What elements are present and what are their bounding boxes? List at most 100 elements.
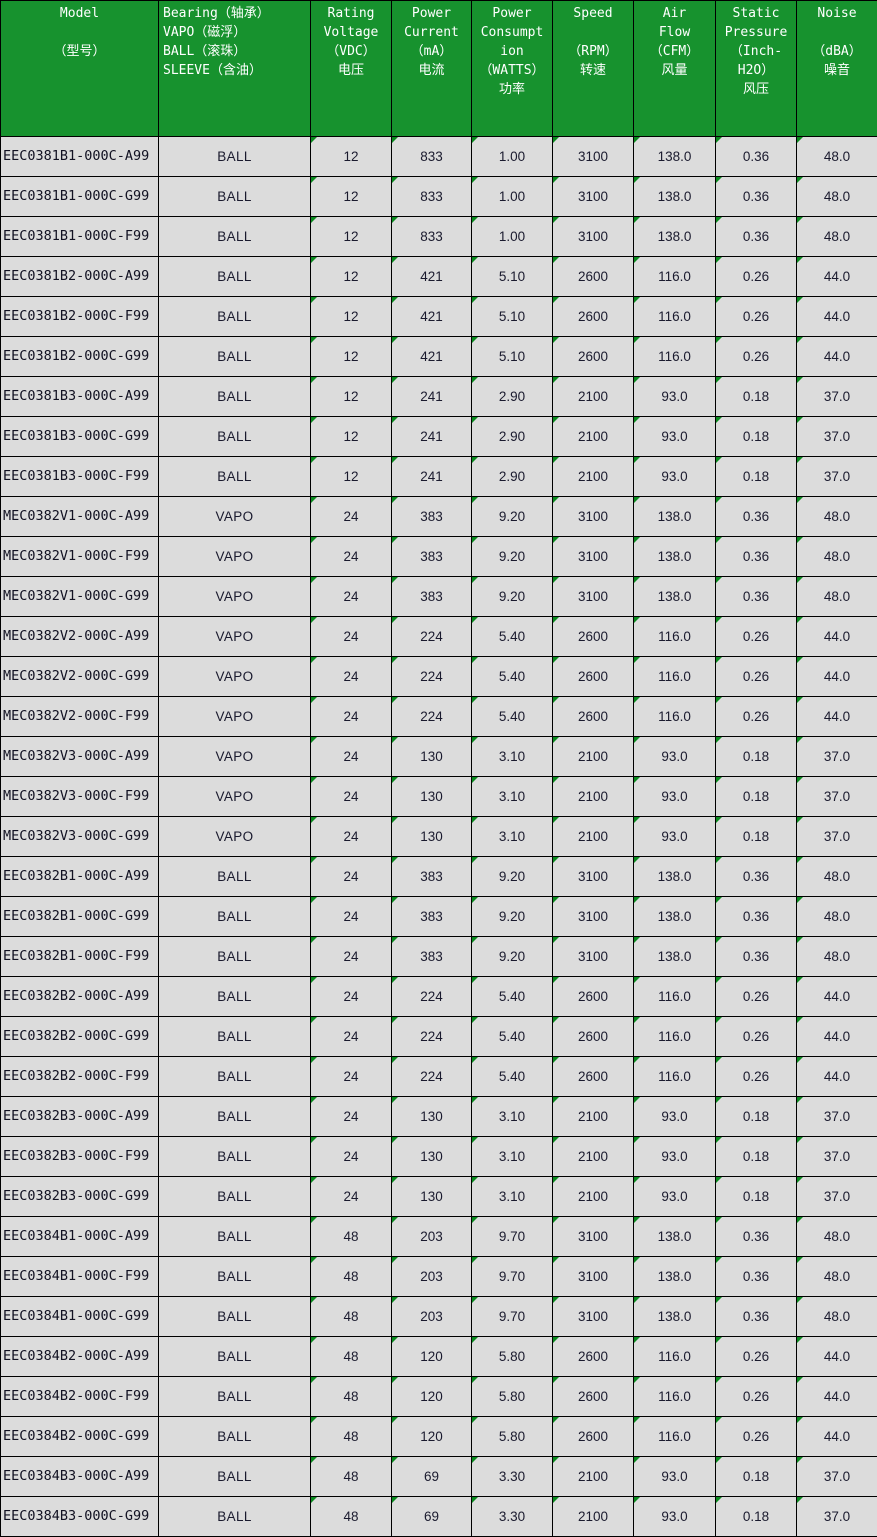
cell-speed: 2100 — [553, 1097, 634, 1137]
cell-noise: 48.0 — [797, 1297, 877, 1337]
cell-value: 383 — [420, 869, 443, 884]
cell-airflow: 116.0 — [634, 257, 716, 297]
cell-value: MEC0382V3-000C-G99 — [3, 828, 149, 844]
cell-model: EEC0381B1-000C-G99 — [1, 177, 159, 217]
text-number-warning-icon — [392, 337, 398, 343]
cell-bearing: BALL — [159, 417, 311, 457]
cell-value: 0.26 — [743, 269, 769, 284]
cell-bearing: BALL — [159, 857, 311, 897]
cell-value: 0.36 — [743, 869, 769, 884]
cell-current: 833 — [392, 177, 472, 217]
cell-airflow: 116.0 — [634, 1337, 716, 1377]
cell-value: 130 — [420, 749, 443, 764]
cell-value: EEC0381B1-000C-A99 — [3, 148, 149, 164]
cell-airflow: 138.0 — [634, 937, 716, 977]
text-number-warning-icon — [553, 337, 559, 343]
cell-pressure: 0.36 — [716, 937, 797, 977]
text-number-warning-icon — [553, 1297, 559, 1303]
table-header: Model（型号）Bearing（轴承）VAPO（磁浮）BALL（滚珠）SLEE… — [1, 1, 877, 137]
cell-noise: 48.0 — [797, 217, 877, 257]
text-number-warning-icon — [716, 1377, 722, 1383]
cell-speed: 3100 — [553, 857, 634, 897]
cell-watts: 2.90 — [472, 457, 553, 497]
cell-speed: 2600 — [553, 657, 634, 697]
cell-bearing: BALL — [159, 1497, 311, 1537]
cell-value: 48.0 — [824, 909, 850, 924]
text-number-warning-icon — [392, 497, 398, 503]
cell-value: 0.36 — [743, 149, 769, 164]
text-number-warning-icon — [311, 657, 317, 663]
cell-airflow: 93.0 — [634, 417, 716, 457]
cell-value: 44.0 — [824, 269, 850, 284]
cell-value: 24 — [343, 1109, 358, 1124]
cell-watts: 1.00 — [472, 217, 553, 257]
cell-value: 3.10 — [499, 749, 525, 764]
cell-noise: 37.0 — [797, 1457, 877, 1497]
text-number-warning-icon — [392, 817, 398, 823]
cell-model: EEC0381B2-000C-A99 — [1, 257, 159, 297]
cell-value: 138.0 — [658, 229, 692, 244]
cell-watts: 5.10 — [472, 257, 553, 297]
cell-value: 9.20 — [499, 909, 525, 924]
cell-value: 0.26 — [743, 309, 769, 324]
cell-value: 37.0 — [824, 1469, 850, 1484]
cell-airflow: 93.0 — [634, 777, 716, 817]
cell-noise: 48.0 — [797, 177, 877, 217]
cell-value: 116.0 — [658, 1029, 691, 1044]
cell-value: 2600 — [578, 1029, 608, 1044]
cell-model: EEC0382B1-000C-F99 — [1, 937, 159, 977]
cell-value: 833 — [420, 189, 443, 204]
cell-value: BALL — [217, 1509, 252, 1524]
cell-noise: 44.0 — [797, 1057, 877, 1097]
cell-value: 9.70 — [499, 1229, 525, 1244]
text-number-warning-icon — [311, 1097, 317, 1103]
text-number-warning-icon — [553, 1097, 559, 1103]
cell-value: 0.26 — [743, 1389, 769, 1404]
column-header-model: Model（型号） — [1, 1, 159, 137]
cell-speed: 2600 — [553, 337, 634, 377]
cell-watts: 5.40 — [472, 1057, 553, 1097]
cell-model: EEC0382B2-000C-A99 — [1, 977, 159, 1017]
cell-noise: 37.0 — [797, 1097, 877, 1137]
cell-noise: 37.0 — [797, 457, 877, 497]
cell-current: 421 — [392, 337, 472, 377]
cell-value: 2100 — [578, 1509, 608, 1524]
cell-value: BALL — [217, 1069, 252, 1084]
cell-value: BALL — [217, 309, 252, 324]
cell-model: EEC0384B3-000C-G99 — [1, 1497, 159, 1537]
cell-value: 138.0 — [658, 549, 692, 564]
cell-noise: 37.0 — [797, 737, 877, 777]
cell-value: 12 — [343, 269, 358, 284]
cell-model: MEC0382V2-000C-F99 — [1, 697, 159, 737]
header-line: Speed — [553, 4, 633, 23]
cell-value: 116.0 — [658, 669, 691, 684]
cell-value: 48.0 — [824, 509, 850, 524]
cell-value: MEC0382V3-000C-A99 — [3, 748, 149, 764]
cell-speed: 2600 — [553, 977, 634, 1017]
cell-airflow: 138.0 — [634, 577, 716, 617]
text-number-warning-icon — [392, 1457, 398, 1463]
cell-watts: 9.20 — [472, 497, 553, 537]
cell-value: BALL — [217, 1189, 252, 1204]
cell-value: 37.0 — [824, 829, 850, 844]
text-number-warning-icon — [716, 1257, 722, 1263]
cell-bearing: VAPO — [159, 577, 311, 617]
cell-value: 24 — [343, 549, 358, 564]
cell-pressure: 0.36 — [716, 1217, 797, 1257]
cell-current: 241 — [392, 417, 472, 457]
cell-pressure: 0.26 — [716, 617, 797, 657]
cell-voltage: 48 — [311, 1497, 392, 1537]
cell-value: 2100 — [578, 389, 608, 404]
text-number-warning-icon — [311, 1297, 317, 1303]
text-number-warning-icon — [553, 137, 559, 143]
text-number-warning-icon — [716, 137, 722, 143]
cell-value: 0.18 — [743, 1509, 769, 1524]
column-header-current: PowerCurrent（mA）电流 — [392, 1, 472, 137]
cell-speed: 2100 — [553, 377, 634, 417]
text-number-warning-icon — [311, 897, 317, 903]
cell-value: 3.10 — [499, 1109, 525, 1124]
cell-value: BALL — [217, 909, 252, 924]
text-number-warning-icon — [634, 1337, 640, 1343]
text-number-warning-icon — [634, 1017, 640, 1023]
cell-value: BALL — [217, 1149, 252, 1164]
